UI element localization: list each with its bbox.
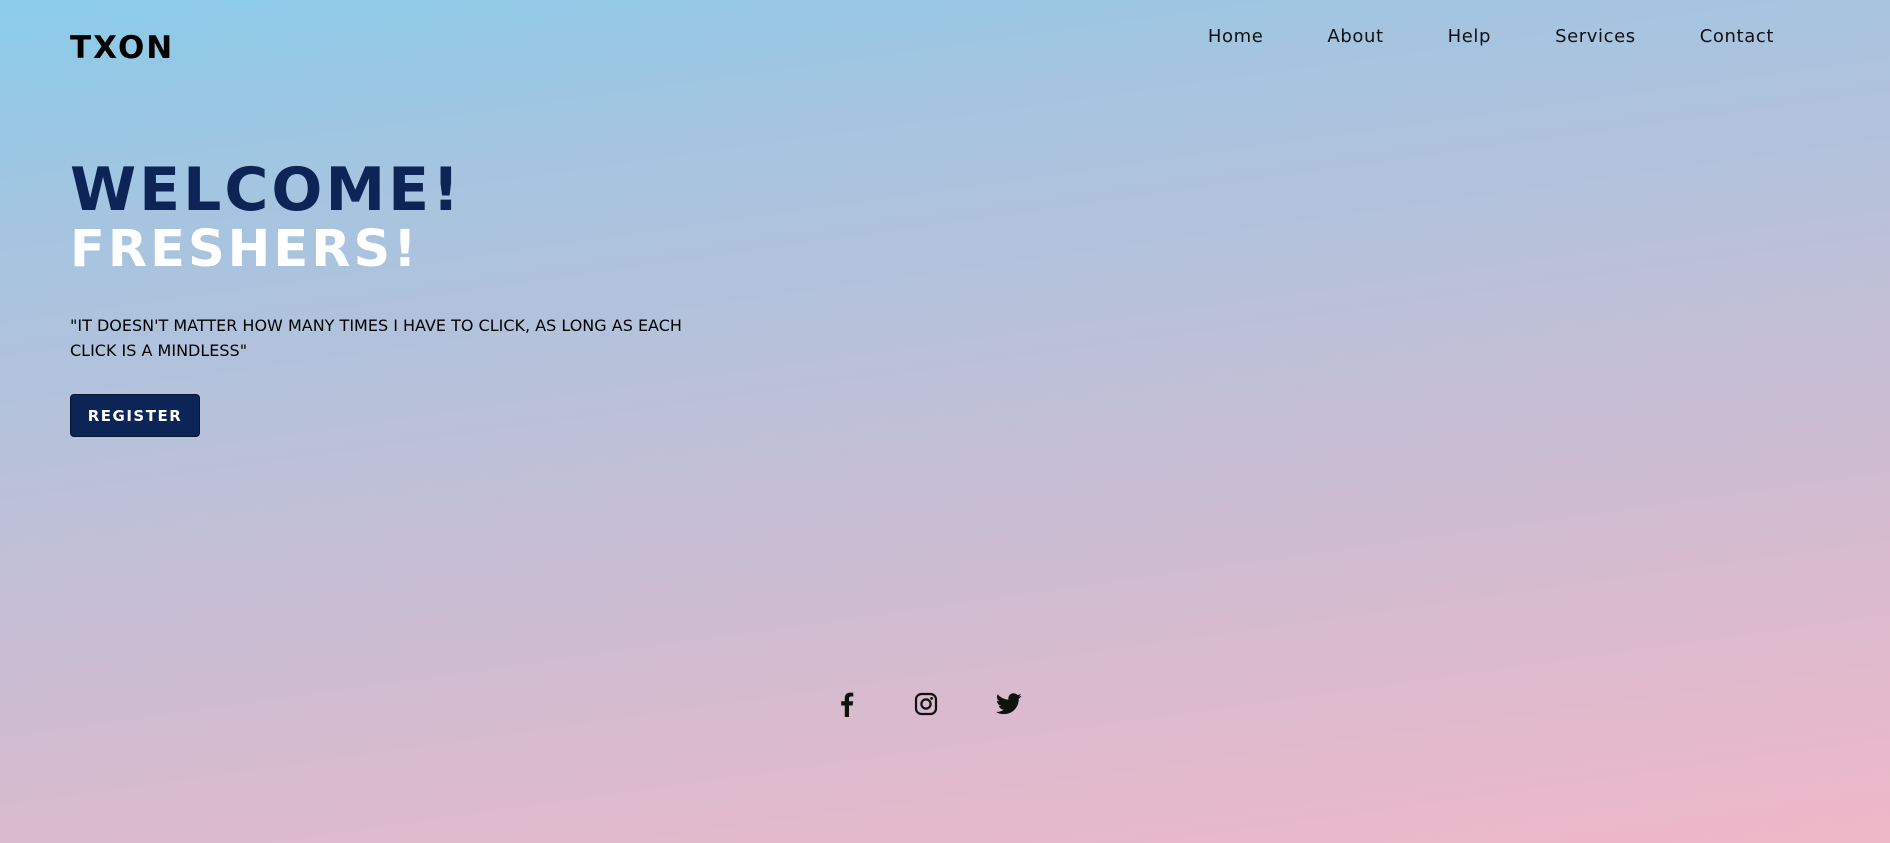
register-button[interactable]: REGISTER <box>70 394 200 437</box>
nav-help-link[interactable]: Help <box>1448 26 1491 48</box>
hero-title: WELCOME! <box>70 155 463 225</box>
nav-home-link[interactable]: Home <box>1208 26 1264 48</box>
twitter-link[interactable] <box>994 689 1024 719</box>
nav-about-link[interactable]: About <box>1327 26 1383 48</box>
twitter-icon <box>996 693 1022 715</box>
facebook-icon <box>841 692 854 717</box>
nav-services-link[interactable]: Services <box>1555 26 1636 48</box>
hero-subtitle: FRESHERS! <box>70 220 420 279</box>
social-links <box>0 689 1890 719</box>
instagram-link[interactable] <box>911 689 941 719</box>
nav-contact-link[interactable]: Contact <box>1700 26 1774 48</box>
hero-quote: "IT DOESN'T MATTER HOW MANY TIMES I HAVE… <box>70 316 682 360</box>
facebook-link[interactable] <box>832 689 862 719</box>
main-nav: Home About Help Services Contact <box>1208 26 1774 48</box>
instagram-icon <box>914 692 938 716</box>
site-logo[interactable]: TXON <box>70 30 174 66</box>
